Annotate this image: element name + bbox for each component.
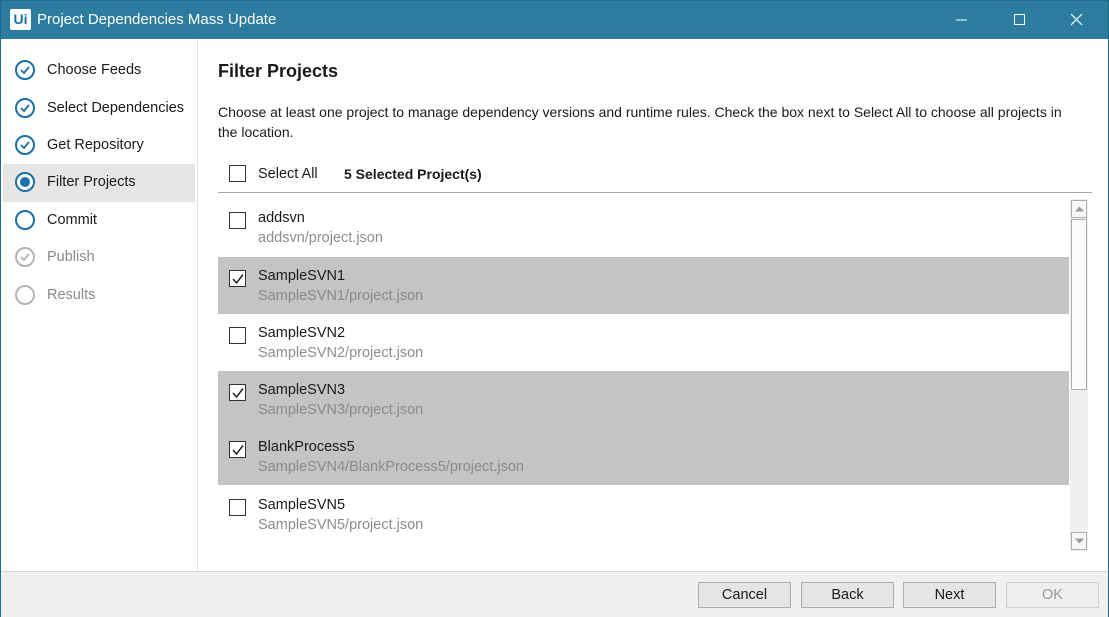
project-path: SampleSVN2/project.json	[258, 345, 424, 361]
project-checkbox[interactable]	[229, 327, 246, 344]
step-commit[interactable]: Commit	[3, 202, 195, 240]
scroll-up-button[interactable]	[1071, 200, 1087, 218]
project-checkbox[interactable]	[229, 384, 246, 401]
project-checkbox[interactable]	[229, 212, 246, 229]
scroll-down-button[interactable]	[1071, 532, 1087, 550]
maximize-button[interactable]	[997, 1, 1043, 39]
project-name: SampleSVN1	[258, 268, 346, 284]
step-results: Results	[3, 277, 195, 315]
project-row[interactable]: SampleSVN1 SampleSVN1/project.json	[218, 257, 1069, 314]
step-disabled-check-icon	[15, 247, 35, 267]
step-done-icon	[15, 98, 35, 118]
project-path: SampleSVN4/BlankProcess5/project.json	[258, 459, 524, 475]
project-row[interactable]: BlankProcess5 SampleSVN4/BlankProcess5/p…	[218, 428, 1069, 485]
project-name: BlankProcess5	[258, 439, 355, 455]
project-name: addsvn	[258, 210, 305, 226]
ok-button: OK	[1006, 582, 1099, 608]
title-bar: Ui Project Dependencies Mass Update	[1, 1, 1108, 39]
step-label: Results	[47, 287, 96, 303]
step-filter-projects[interactable]: Filter Projects	[3, 164, 195, 202]
back-button[interactable]: Back	[801, 582, 894, 608]
select-all-label[interactable]: Select All	[258, 166, 318, 182]
uipath-logo-icon: Ui	[10, 9, 31, 30]
project-row[interactable]: SampleSVN5 SampleSVN5/project.json	[218, 486, 1069, 543]
project-row[interactable]: SampleSVN2 SampleSVN2/project.json	[218, 314, 1069, 371]
dialog-window: Ui Project Dependencies Mass Update Choo…	[0, 0, 1109, 617]
cancel-button[interactable]: Cancel	[698, 582, 791, 608]
project-list: addsvn addsvn/project.json SampleSVN1 Sa…	[218, 199, 1069, 551]
step-label: Filter Projects	[47, 174, 136, 190]
step-current-icon	[15, 172, 35, 192]
arrow-up-icon	[1075, 206, 1084, 212]
page-title: Filter Projects	[218, 61, 339, 81]
project-name: SampleSVN2	[258, 325, 346, 341]
step-select-dependencies[interactable]: Select Dependencies	[3, 90, 195, 128]
project-name: SampleSVN3	[258, 382, 346, 398]
close-icon	[1071, 14, 1083, 26]
step-done-icon	[15, 60, 35, 80]
project-row[interactable]: SampleSVN3 SampleSVN3/project.json	[218, 371, 1069, 428]
project-path: addsvn/project.json	[258, 230, 383, 246]
selected-count: 5 Selected Project(s)	[344, 166, 482, 182]
step-label: Choose Feeds	[47, 62, 142, 78]
maximize-icon	[1014, 14, 1025, 25]
next-button[interactable]: Next	[903, 582, 996, 608]
select-all-row: Select All 5 Selected Project(s)	[218, 163, 1092, 193]
vertical-scrollbar[interactable]	[1070, 199, 1088, 551]
arrow-down-icon	[1075, 538, 1084, 544]
project-path: SampleSVN5/project.json	[258, 517, 424, 533]
minimize-icon	[956, 19, 967, 21]
project-checkbox[interactable]	[229, 499, 246, 516]
step-pending-icon	[15, 210, 35, 230]
step-label: Select Dependencies	[47, 100, 185, 116]
checkmark-icon	[232, 445, 244, 456]
project-name: SampleSVN5	[258, 497, 346, 513]
step-get-repository[interactable]: Get Repository	[3, 127, 195, 165]
checkmark-icon	[232, 274, 244, 285]
project-checkbox[interactable]	[229, 441, 246, 458]
project-path: SampleSVN1/project.json	[258, 288, 424, 304]
project-path: SampleSVN3/project.json	[258, 402, 424, 418]
page-description: Choose at least one project to manage de…	[218, 104, 1062, 140]
step-disabled-icon	[15, 285, 35, 305]
step-choose-feeds[interactable]: Choose Feeds	[3, 52, 195, 90]
close-button[interactable]	[1054, 1, 1100, 39]
main-content: Filter Projects Choose at least one proj…	[199, 39, 1108, 571]
minimize-button[interactable]	[939, 1, 985, 39]
project-checkbox[interactable]	[229, 270, 246, 287]
checkmark-icon	[232, 388, 244, 399]
step-label: Get Repository	[47, 137, 144, 153]
window-title: Project Dependencies Mass Update	[37, 11, 277, 28]
step-label: Publish	[47, 249, 95, 265]
step-done-icon	[15, 135, 35, 155]
scroll-thumb[interactable]	[1071, 219, 1087, 390]
step-label: Commit	[47, 212, 97, 228]
dialog-footer: Cancel Back Next OK	[1, 571, 1108, 617]
wizard-steps-sidebar: Choose Feeds Select Dependencies Get Rep…	[1, 39, 198, 571]
project-row[interactable]: addsvn addsvn/project.json	[218, 199, 1069, 256]
step-publish: Publish	[3, 239, 195, 277]
select-all-checkbox[interactable]	[229, 165, 246, 182]
